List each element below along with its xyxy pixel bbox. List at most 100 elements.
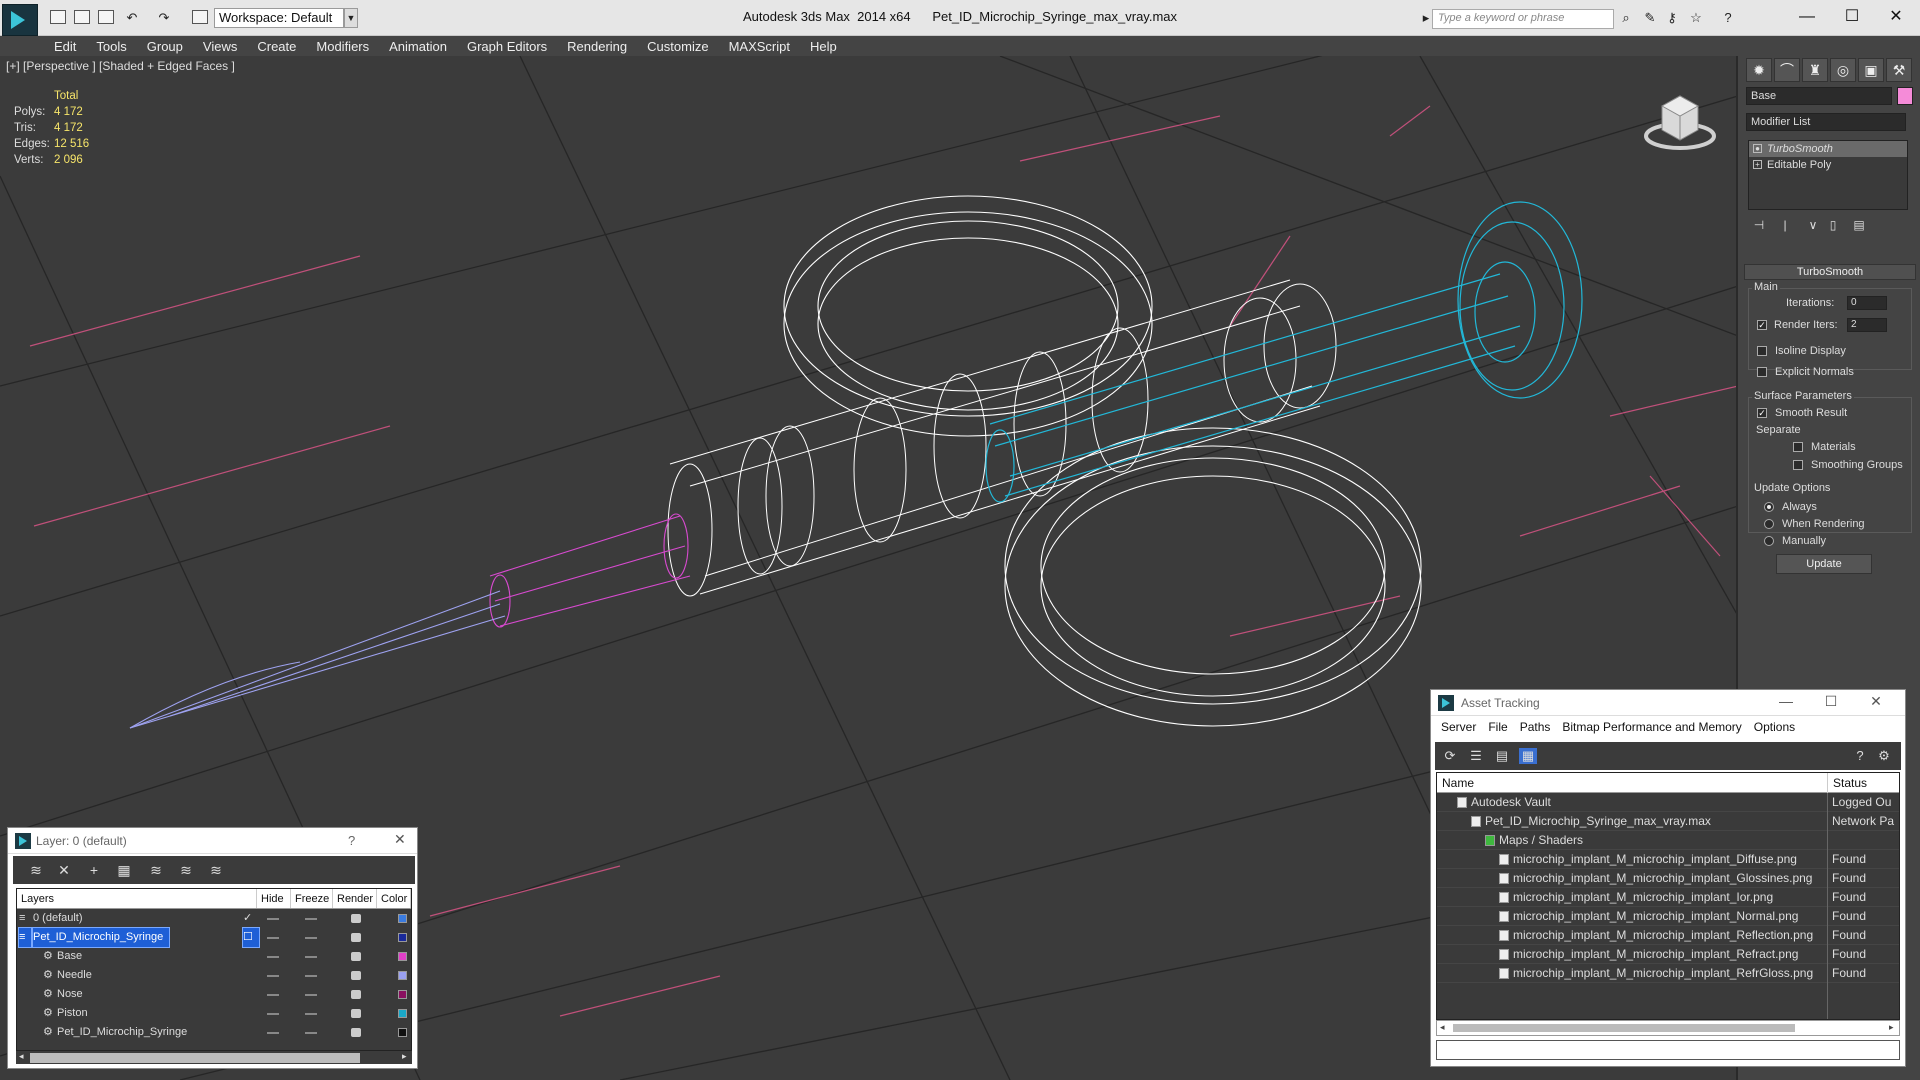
asset-settings-icon[interactable]: ⚙ <box>1875 748 1893 764</box>
workspace-dropdown[interactable]: Workspace: Default <box>214 8 344 28</box>
layer-name[interactable]: 0 (default) <box>33 909 83 928</box>
layer-color-swatch[interactable] <box>398 952 407 961</box>
col-name[interactable]: Name <box>1437 773 1474 793</box>
stack-item-editable-poly[interactable]: + Editable Poly <box>1749 157 1907 173</box>
asset-maximize-icon[interactable]: ☐ <box>1811 693 1851 710</box>
menu-edit[interactable]: Edit <box>44 38 86 56</box>
layer-dialog-help[interactable]: ? <box>348 833 355 848</box>
make-unique-icon[interactable]: ∨ <box>1804 216 1822 234</box>
layer-name[interactable]: Pet_ID_Microchip_Syringe <box>31 927 171 948</box>
utilities-tab-icon[interactable]: ⚒ <box>1886 58 1912 82</box>
hide-all-layers-icon[interactable]: ≋ <box>177 862 195 878</box>
menu-create[interactable]: Create <box>247 38 306 56</box>
layer-color-swatch[interactable] <box>398 1028 407 1037</box>
col-color[interactable]: Color <box>377 889 411 908</box>
open-file-icon[interactable] <box>74 10 90 24</box>
refresh-icon[interactable]: ⟳ <box>1441 748 1459 764</box>
asset-row[interactable]: microchip_implant_M_microchip_implant_Di… <box>1437 850 1899 869</box>
asset-path-field[interactable] <box>1436 1040 1900 1060</box>
col-hide[interactable]: Hide <box>257 889 291 908</box>
col-freeze[interactable]: Freeze <box>291 889 333 908</box>
isoline-display-checkbox[interactable] <box>1757 346 1767 356</box>
asset-row[interactable]: microchip_implant_M_microchip_implant_Io… <box>1437 888 1899 907</box>
highlight-layer-icon[interactable]: ≋ <box>147 862 165 878</box>
object-color-swatch[interactable] <box>1897 87 1913 105</box>
render-teapot-icon[interactable] <box>351 1028 361 1037</box>
asset-menu-options[interactable]: Options <box>1748 720 1801 734</box>
render-teapot-icon[interactable] <box>351 914 361 923</box>
render-iters-checkbox[interactable]: ✓ <box>1757 320 1767 330</box>
layer-color-swatch[interactable] <box>398 990 407 999</box>
binoculars-icon[interactable]: ⌕ <box>1618 11 1634 25</box>
favorites-star-icon[interactable]: ☆ <box>1688 11 1704 25</box>
display-tab-icon[interactable]: ▣ <box>1858 58 1884 82</box>
asset-row[interactable]: Pet_ID_Microchip_Syringe_max_vray.max Net… <box>1437 812 1899 831</box>
motion-tab-icon[interactable]: ◎ <box>1830 58 1856 82</box>
new-file-icon[interactable] <box>50 10 66 24</box>
hierarchy-tab-icon[interactable]: ♜ <box>1802 58 1828 82</box>
menu-help[interactable]: Help <box>800 38 847 56</box>
menu-graph-editors[interactable]: Graph Editors <box>457 38 557 56</box>
smoothing-groups-checkbox[interactable] <box>1793 460 1803 470</box>
show-end-result-icon[interactable]: | <box>1776 216 1794 234</box>
asset-help-icon[interactable]: ? <box>1851 748 1869 764</box>
iterations-spinner[interactable]: 0 <box>1847 296 1887 310</box>
object-name-field[interactable]: Base <box>1746 87 1892 105</box>
save-file-icon[interactable] <box>98 10 114 24</box>
layer-stack-icon[interactable]: ≋ <box>27 862 45 878</box>
layer-name[interactable]: Nose <box>57 985 83 1004</box>
viewport-label-menu[interactable]: [+] [Perspective ] [Shaded + Edged Faces… <box>6 59 235 73</box>
render-iters-spinner[interactable]: 2 <box>1847 318 1887 332</box>
col-render[interactable]: Render <box>333 889 377 908</box>
asset-minimize-icon[interactable]: — <box>1766 693 1806 709</box>
current-layer-check-icon[interactable]: ✓ <box>243 909 252 928</box>
update-button[interactable]: Update <box>1776 554 1872 574</box>
asset-menu-bitmap-performance[interactable]: Bitmap Performance and Memory <box>1556 720 1747 734</box>
set-current-layer-icon[interactable]: ☐ <box>242 927 260 948</box>
layer-row[interactable]: ≡ Pet_ID_Microchip_Syringe ☐ <box>17 927 411 948</box>
scroll-left-icon[interactable]: ◂ <box>1440 1022 1445 1033</box>
asset-row[interactable]: Autodesk Vault Logged Ou <box>1437 793 1899 812</box>
freeze-toggle[interactable] <box>305 918 317 920</box>
layer-row[interactable]: ⚙ Piston <box>17 1004 411 1023</box>
freeze-toggle[interactable] <box>305 1013 317 1015</box>
render-teapot-icon[interactable] <box>351 1009 361 1018</box>
render-teapot-icon[interactable] <box>351 990 361 999</box>
asset-row[interactable]: microchip_implant_M_microchip_implant_Re… <box>1437 964 1899 983</box>
layer-row[interactable]: ⚙ Needle <box>17 966 411 985</box>
asset-row[interactable]: microchip_implant_M_microchip_implant_Re… <box>1437 945 1899 964</box>
update-always-radio[interactable] <box>1764 502 1774 512</box>
asset-horizontal-scrollbar[interactable]: ◂ ▸ <box>1436 1020 1900 1036</box>
menu-customize[interactable]: Customize <box>637 38 718 56</box>
close-icon[interactable]: ✕ <box>1876 4 1916 30</box>
asset-menu-paths[interactable]: Paths <box>1514 720 1557 734</box>
delete-layer-icon[interactable]: ✕ <box>55 862 73 878</box>
scroll-thumb[interactable] <box>30 1053 360 1063</box>
list-view-icon[interactable]: ☰ <box>1467 748 1485 764</box>
asset-menu-server[interactable]: Server <box>1435 720 1482 734</box>
undo-icon[interactable]: ↶ <box>124 11 140 25</box>
col-layers[interactable]: Layers <box>17 889 257 908</box>
layer-dialog-titlebar[interactable]: Layer: 0 (default) ? ✕ <box>8 828 417 854</box>
minimize-icon[interactable]: — <box>1787 4 1827 30</box>
menu-modifiers[interactable]: Modifiers <box>306 38 379 56</box>
layer-row[interactable]: ⚙ Base <box>17 947 411 966</box>
freeze-toggle[interactable] <box>305 956 317 958</box>
layer-name[interactable]: Base <box>57 947 82 966</box>
asset-close-icon[interactable]: ✕ <box>1856 693 1896 710</box>
table-view-icon[interactable]: ▦ <box>1519 748 1537 764</box>
app-menu-logo-icon[interactable] <box>2 4 38 36</box>
layer-dialog-close-icon[interactable]: ✕ <box>394 831 406 848</box>
communication-center-icon[interactable]: ✎ <box>1642 11 1658 25</box>
layer-color-swatch[interactable] <box>398 933 407 942</box>
asset-row[interactable]: Maps / Shaders <box>1437 831 1899 850</box>
workspace-caret-icon[interactable]: ▼ <box>344 8 358 28</box>
smooth-result-checkbox[interactable]: ✓ <box>1757 408 1767 418</box>
hide-toggle[interactable] <box>267 937 279 939</box>
scroll-right-icon[interactable]: ▸ <box>1889 1022 1894 1033</box>
scroll-thumb[interactable] <box>1453 1024 1795 1032</box>
render-teapot-icon[interactable] <box>351 971 361 980</box>
layer-color-swatch[interactable] <box>398 914 407 923</box>
project-folder-icon[interactable] <box>192 10 208 24</box>
menu-rendering[interactable]: Rendering <box>557 38 637 56</box>
